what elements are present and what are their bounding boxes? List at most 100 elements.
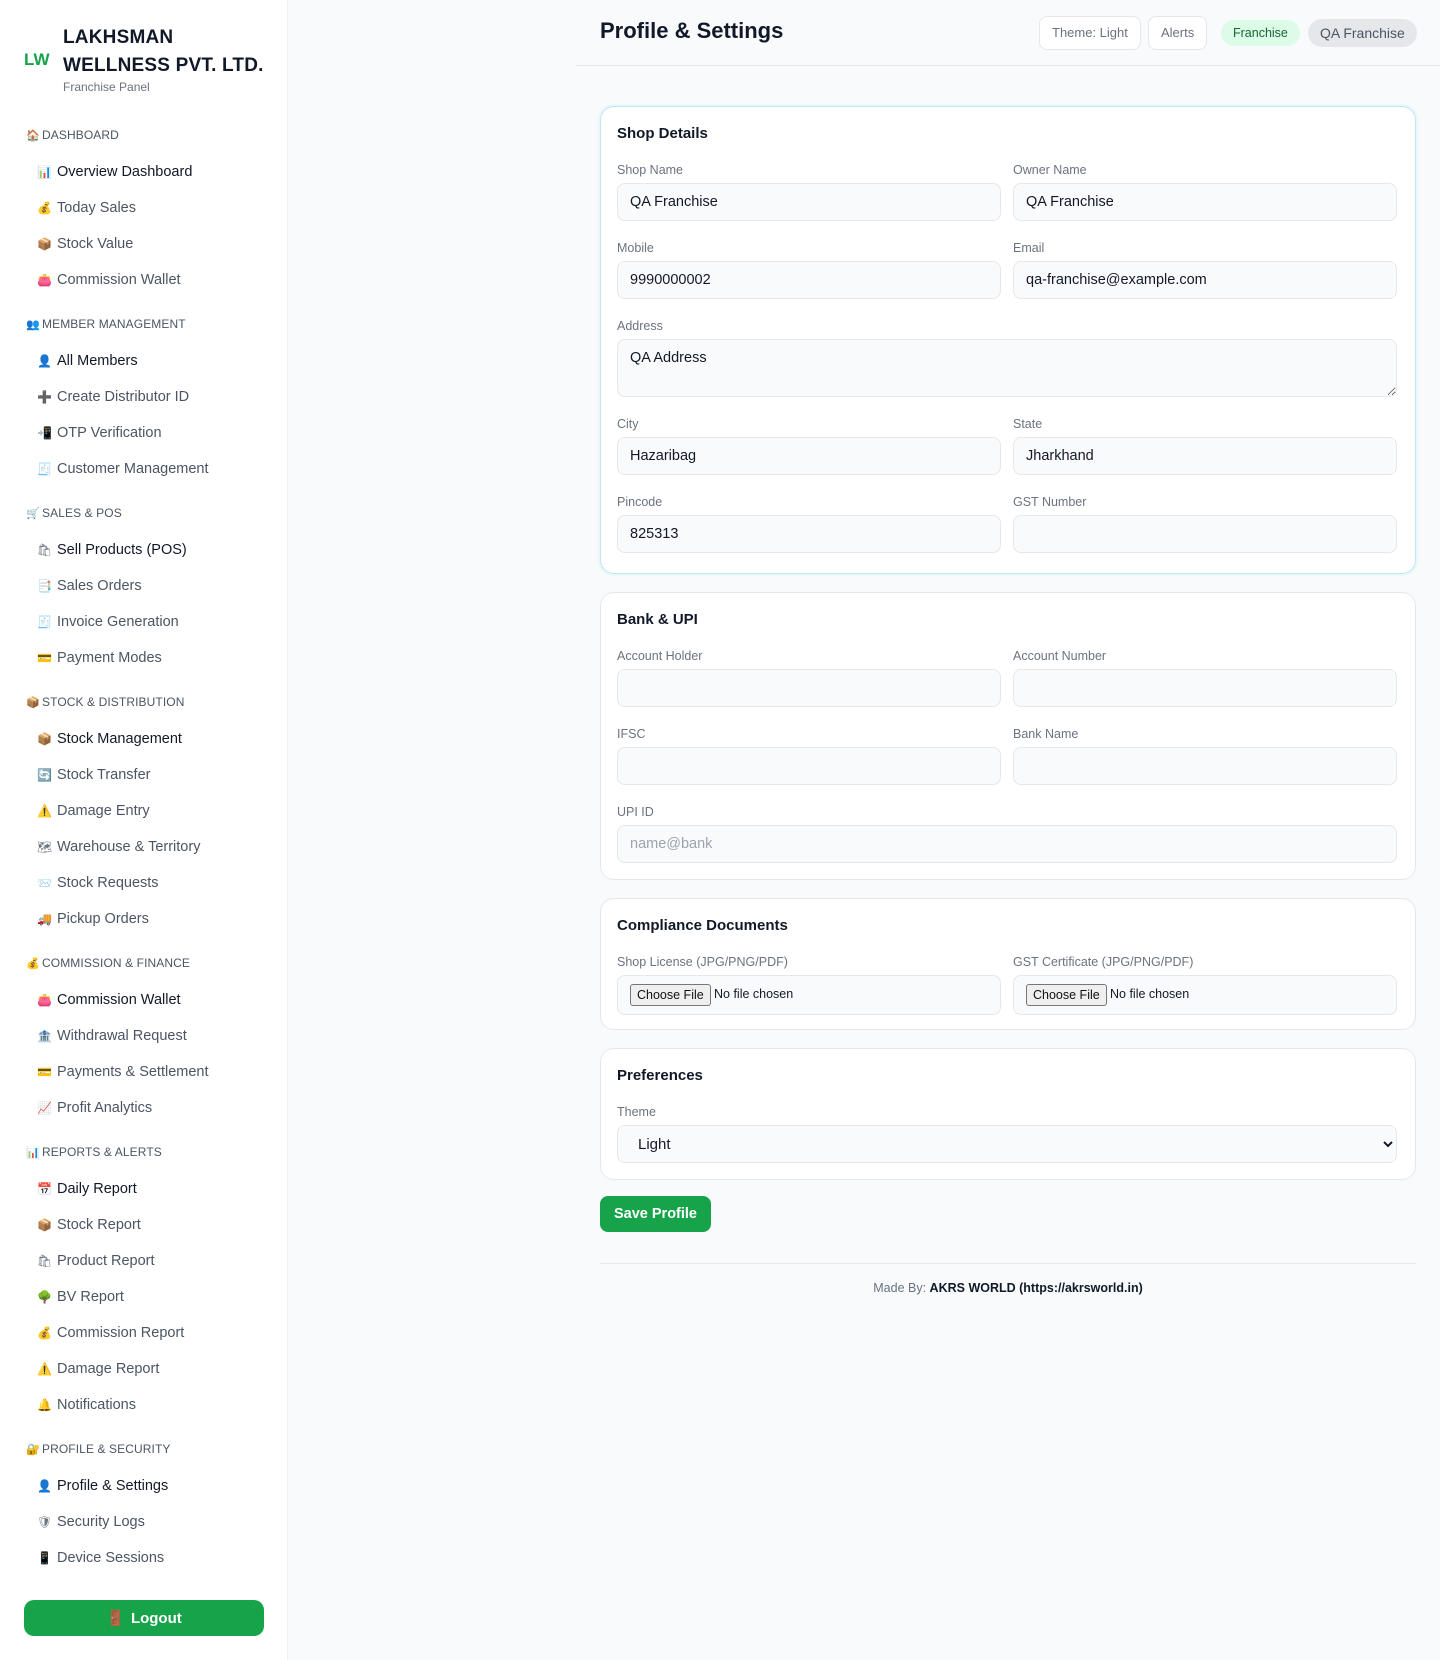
sidebar-item[interactable]: 📑 Sales Orders bbox=[0, 568, 288, 604]
nav-item-icon: 💰 bbox=[37, 1326, 52, 1340]
nav-item-icon: 📨 bbox=[37, 876, 52, 890]
sidebar-item[interactable]: 📅 Daily Report bbox=[0, 1171, 288, 1207]
nav-gap bbox=[0, 676, 288, 685]
gst-certificate-choose-file-button[interactable]: Choose File bbox=[1026, 984, 1107, 1006]
address-textarea[interactable]: QA Address bbox=[617, 339, 1397, 397]
sidebar-item[interactable]: 🔔 Notifications bbox=[0, 1387, 288, 1423]
sidebar-item-label: Pickup Orders bbox=[57, 911, 149, 927]
sidebar-item[interactable]: 💰 Commission Report bbox=[0, 1315, 288, 1351]
sidebar-item-label: Damage Report bbox=[57, 1361, 160, 1377]
user-badge[interactable]: QA Franchise bbox=[1308, 19, 1417, 47]
nav-item-icon: 🔔 bbox=[37, 1398, 52, 1412]
sidebar-item[interactable]: 🌳 BV Report bbox=[0, 1279, 288, 1315]
theme-select[interactable]: Light bbox=[617, 1125, 1397, 1163]
section-label: MEMBER MANAGEMENT bbox=[42, 317, 186, 331]
nav-item-icon: 👛 bbox=[37, 273, 52, 287]
sidebar-item-label: Invoice Generation bbox=[57, 614, 179, 630]
section-icon: 📊 bbox=[26, 1147, 40, 1159]
footer-credit-link[interactable]: AKRS WORLD (https://akrsworld.in) bbox=[930, 1281, 1143, 1295]
shop-license-file-input[interactable]: Choose File No file chosen bbox=[617, 975, 1001, 1015]
gst-certificate-file-input[interactable]: Choose File No file chosen bbox=[1013, 975, 1397, 1015]
brand-name: LAKHSMAN WELLNESS PVT. LTD. bbox=[63, 27, 264, 76]
section-label: PROFILE & SECURITY bbox=[42, 1442, 171, 1456]
nav-gap bbox=[0, 298, 288, 307]
sidebar-item[interactable]: 🛍 Sell Products (POS) bbox=[0, 532, 288, 568]
theme-label: Theme bbox=[617, 1105, 656, 1119]
sidebar-item-label: Warehouse & Territory bbox=[57, 839, 201, 855]
sidebar-item-label: Daily Report bbox=[57, 1181, 137, 1197]
section-label: SALES & POS bbox=[42, 506, 122, 520]
account-number-input[interactable] bbox=[1013, 669, 1397, 707]
bank-upi-title: Bank & UPI bbox=[617, 611, 698, 628]
sidebar-item[interactable]: 🏦 Withdrawal Request bbox=[0, 1018, 288, 1054]
ifsc-input[interactable] bbox=[617, 747, 1001, 785]
nav-item-icon: 📲 bbox=[37, 426, 52, 440]
footer: Made By: AKRS WORLD (https://akrsworld.i… bbox=[873, 1281, 1143, 1295]
nav-gap bbox=[0, 1423, 288, 1432]
sidebar-item[interactable]: 👛 Commission Wallet bbox=[0, 982, 288, 1018]
section-label: STOCK & DISTRIBUTION bbox=[42, 695, 185, 709]
city-label: City bbox=[617, 417, 639, 431]
state-input[interactable] bbox=[1013, 437, 1397, 475]
sidebar-item[interactable]: ➕ Create Distributor ID bbox=[0, 379, 288, 415]
sidebar-item[interactable]: 👤 All Members bbox=[0, 343, 288, 379]
sidebar-item-label: Stock Value bbox=[57, 236, 134, 252]
mobile-input[interactable] bbox=[617, 261, 1001, 299]
email-label: Email bbox=[1013, 241, 1045, 255]
shop-name-label: Shop Name bbox=[617, 163, 684, 177]
sidebar-item[interactable]: 👛 Commission Wallet bbox=[0, 262, 288, 298]
sidebar-item[interactable]: 🚚 Pickup Orders bbox=[0, 901, 288, 937]
nav-item-icon: 📑 bbox=[37, 579, 52, 593]
bank-name-input[interactable] bbox=[1013, 747, 1397, 785]
section-icon: 🔐 bbox=[26, 1444, 40, 1456]
alerts-button[interactable]: Alerts bbox=[1148, 16, 1208, 50]
sidebar-item[interactable]: 👤 Profile & Settings bbox=[0, 1468, 288, 1504]
upi-id-input[interactable] bbox=[617, 825, 1397, 863]
sidebar-item[interactable]: 📨 Stock Requests bbox=[0, 865, 288, 901]
pincode-input[interactable] bbox=[617, 515, 1001, 553]
sidebar-item[interactable]: 📦 Stock Report bbox=[0, 1207, 288, 1243]
brand-subtitle: Franchise Panel bbox=[63, 80, 150, 94]
sidebar-item[interactable]: ⚠️ Damage Report bbox=[0, 1351, 288, 1387]
account-number-label: Account Number bbox=[1013, 649, 1107, 663]
sidebar-item[interactable]: ⚠️ Damage Entry bbox=[0, 793, 288, 829]
sidebar-item[interactable]: 📲 OTP Verification bbox=[0, 415, 288, 451]
gst-number-input[interactable] bbox=[1013, 515, 1397, 553]
nav-section-header: 🏠 DASHBOARD bbox=[0, 118, 288, 154]
sidebar-item[interactable]: 📦 Stock Management bbox=[0, 721, 288, 757]
sidebar-item[interactable]: 📈 Profit Analytics bbox=[0, 1090, 288, 1126]
sidebar-item[interactable]: 💳 Payments & Settlement bbox=[0, 1054, 288, 1090]
account-holder-input[interactable] bbox=[617, 669, 1001, 707]
logout-button[interactable]: 🚪 Logout bbox=[24, 1600, 264, 1636]
sidebar-item[interactable]: 🗺 Warehouse & Territory bbox=[0, 829, 288, 865]
sidebar-item[interactable]: 💰 Today Sales bbox=[0, 190, 288, 226]
sidebar-item[interactable]: 🛡 Security Logs bbox=[0, 1504, 288, 1540]
sidebar-item[interactable]: 📊 Overview Dashboard bbox=[0, 154, 288, 190]
section-icon: 🛒 bbox=[26, 508, 40, 520]
footer-divider bbox=[600, 1263, 1416, 1264]
pincode-label: Pincode bbox=[617, 495, 663, 509]
sidebar-item-label: Commission Wallet bbox=[57, 992, 181, 1008]
save-profile-button[interactable]: Save Profile bbox=[600, 1196, 711, 1232]
bank-name-label: Bank Name bbox=[1013, 727, 1079, 741]
sidebar-item[interactable]: 📦 Stock Value bbox=[0, 226, 288, 262]
section-icon: 👥 bbox=[26, 319, 40, 331]
sidebar-item[interactable]: 🧾 Customer Management bbox=[0, 451, 288, 487]
brand-logo: LW bbox=[24, 50, 50, 69]
sidebar-item[interactable]: 💳 Payment Modes bbox=[0, 640, 288, 676]
sidebar-item-label: BV Report bbox=[57, 1289, 124, 1305]
sidebar-item[interactable]: 🛍 Product Report bbox=[0, 1243, 288, 1279]
shop-name-input[interactable] bbox=[617, 183, 1001, 221]
theme-toggle-button[interactable]: Theme: Light bbox=[1039, 16, 1141, 50]
email-input[interactable] bbox=[1013, 261, 1397, 299]
mobile-label: Mobile bbox=[617, 241, 654, 255]
nav-item-icon: 🌳 bbox=[37, 1290, 52, 1304]
sidebar-item[interactable]: 🔄 Stock Transfer bbox=[0, 757, 288, 793]
nav-section-header: 🛒 SALES & POS bbox=[0, 496, 288, 532]
sidebar-item[interactable]: 📱 Device Sessions bbox=[0, 1540, 288, 1576]
preferences-title: Preferences bbox=[617, 1067, 703, 1084]
shop-license-choose-file-button[interactable]: Choose File bbox=[630, 984, 711, 1006]
city-input[interactable] bbox=[617, 437, 1001, 475]
owner-name-input[interactable] bbox=[1013, 183, 1397, 221]
sidebar-item[interactable]: 🧾 Invoice Generation bbox=[0, 604, 288, 640]
